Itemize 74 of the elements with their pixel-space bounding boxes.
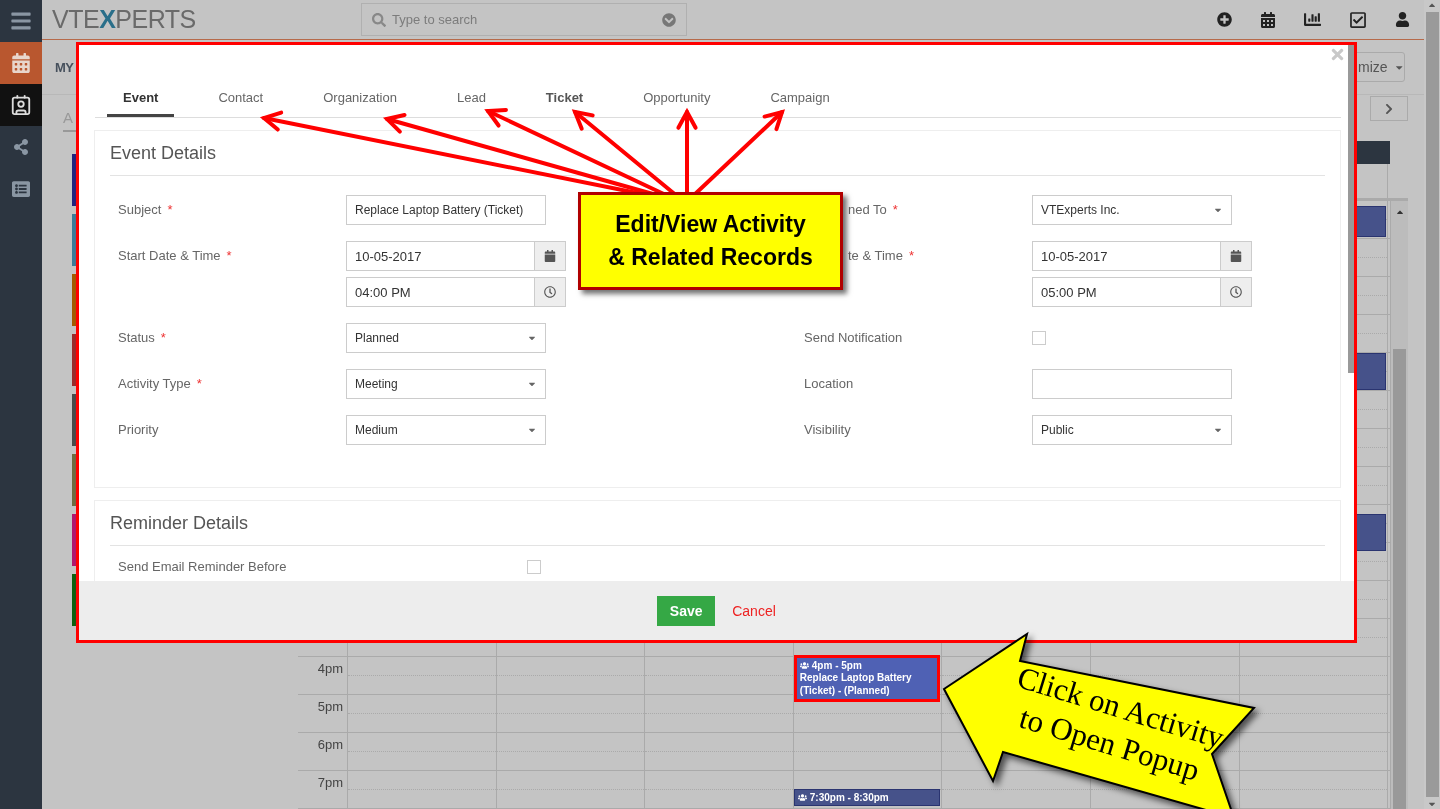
page-title: MY [55, 59, 74, 75]
dropdown-field[interactable]: Planned [346, 323, 546, 353]
field-label: Location [804, 376, 854, 391]
cancel-link[interactable]: Cancel [732, 602, 776, 619]
field-label: Send Email Reminder Before [118, 559, 287, 574]
calendar-icon [544, 250, 556, 262]
hour-label: 4pm [317, 661, 343, 676]
hour-label: 6pm [317, 737, 343, 752]
people-icon [799, 661, 809, 670]
list-icon [12, 180, 30, 198]
section-title: Reminder Details [110, 501, 1325, 546]
field-label: Status [118, 330, 155, 345]
tab[interactable]: Contact [202, 80, 280, 117]
tab[interactable]: Ticket [529, 80, 600, 117]
checkbox-icon[interactable] [1349, 10, 1367, 29]
required-mark: * [908, 248, 914, 263]
dropdown-field[interactable]: VTExperts Inc. [1032, 195, 1232, 225]
field-label: Priority [118, 422, 159, 437]
clock-icon [1230, 286, 1242, 298]
dropdown-field[interactable]: Public [1032, 415, 1232, 445]
required-mark: * [160, 330, 166, 345]
calendar-event[interactable]: 7:30pm - 8:30pm [793, 789, 940, 806]
callout-note: Edit/View Activity & Related Records [578, 192, 843, 290]
text-field[interactable] [1032, 369, 1232, 399]
add-icon[interactable] [1217, 12, 1232, 28]
tab[interactable]: Event [107, 80, 175, 117]
field-label: Subject [118, 202, 162, 217]
logo: VTEXPERTS [51, 5, 197, 35]
dropdown-field[interactable]: Meeting [346, 369, 546, 399]
time-field[interactable]: 05:00 PM [1032, 277, 1252, 307]
share-icon [13, 139, 29, 155]
checkbox[interactable] [527, 560, 541, 574]
tab[interactable]: Lead [440, 80, 502, 117]
scrollbar[interactable] [1424, 0, 1440, 809]
calendar-icon [1230, 250, 1242, 262]
calendar-icon[interactable] [1260, 11, 1276, 28]
bar-chart-icon[interactable] [1304, 11, 1321, 29]
date-field[interactable]: 10-05-2017 [1032, 241, 1252, 271]
clock-icon [544, 286, 556, 298]
calendar-event[interactable]: 4pm - 5pm Replace Laptop Battery (Ticket) - (Planned) [793, 655, 940, 702]
hour-label: 5pm [317, 699, 343, 714]
tab[interactable]: Campaign [754, 80, 846, 117]
menu-icon [10, 10, 32, 32]
text-field[interactable]: Replace Laptop Battery (Ticket) [346, 195, 546, 225]
scrollbar[interactable] [1390, 201, 1408, 809]
next-button[interactable] [1370, 96, 1408, 121]
calendar-icon [11, 53, 31, 73]
sidebar-item[interactable] [0, 84, 42, 126]
search-icon [372, 12, 386, 27]
field-label: ned To [848, 202, 887, 217]
required-mark: * [226, 248, 232, 263]
dropdown-icon[interactable] [662, 12, 676, 27]
field-label: Send Notification [804, 330, 903, 345]
chevron-right-icon [1383, 102, 1395, 115]
contact-card-icon [10, 94, 32, 116]
people-icon [797, 793, 807, 802]
required-mark: * [167, 202, 173, 217]
section-title: Event Details [110, 131, 1325, 176]
hour-label: 7pm [317, 775, 343, 790]
dropdown-field[interactable]: Medium [346, 415, 546, 445]
pointer-text: Click on Activity to Open Popup [1012, 658, 1229, 790]
scrollbar[interactable] [1348, 45, 1354, 373]
date-field[interactable]: 10-05-2017 [346, 241, 566, 271]
field-label: Activity Type [118, 376, 191, 391]
field-label: Visibility [804, 422, 851, 437]
field-label: te & Time [848, 248, 903, 263]
tab[interactable]: Opportunity [627, 80, 727, 117]
time-field[interactable]: 04:00 PM [346, 277, 566, 307]
checkbox[interactable] [1032, 331, 1046, 345]
required-mark: * [892, 202, 898, 217]
tab[interactable]: Organization [307, 80, 413, 117]
user-icon[interactable] [1395, 12, 1410, 28]
required-mark: * [196, 376, 202, 391]
field-label: Start Date & Time [118, 248, 221, 263]
